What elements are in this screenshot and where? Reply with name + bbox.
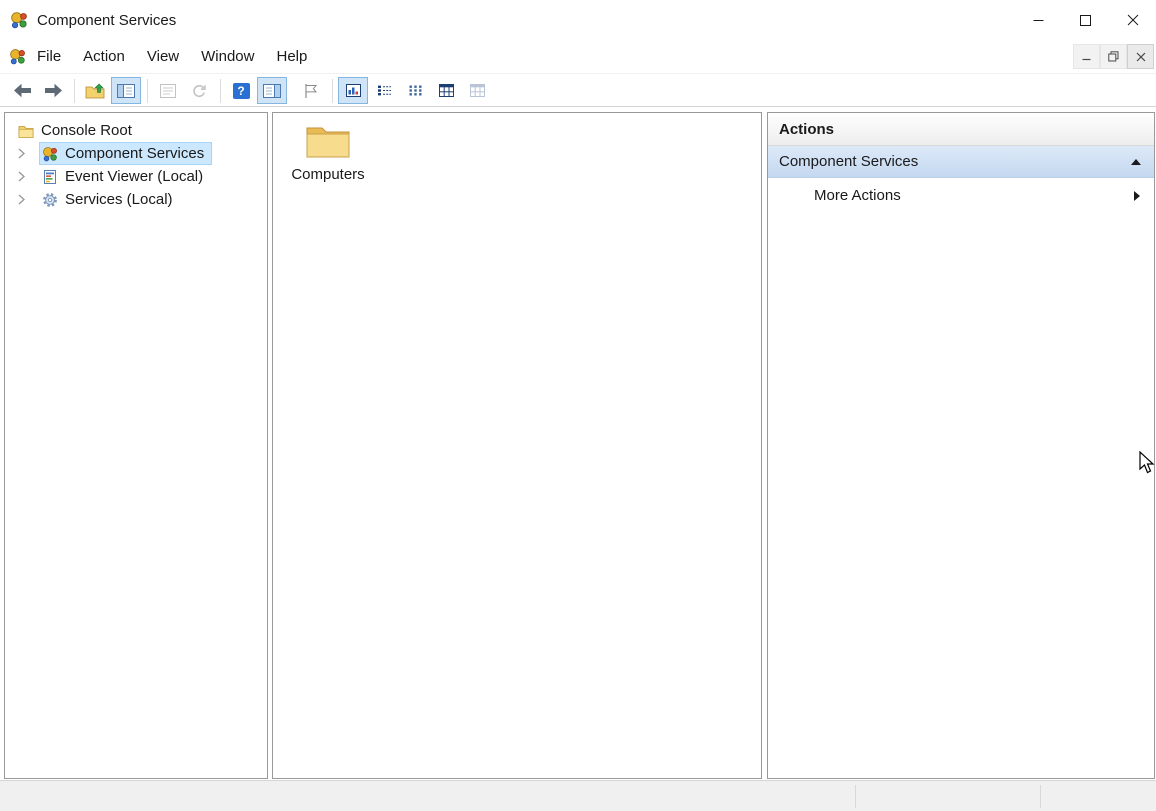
- close-button[interactable]: [1109, 0, 1156, 40]
- console-tree-pane: Console Root Component Services: [4, 112, 268, 779]
- tree-item-services[interactable]: Services (Local): [5, 188, 267, 211]
- tree-item-label: Component Services: [65, 145, 204, 162]
- icons-view-button[interactable]: [400, 77, 430, 104]
- show-hide-action-pane-button[interactable]: [257, 77, 287, 104]
- actions-pane: Actions Component Services More Actions: [767, 112, 1155, 779]
- services-gear-icon: [41, 192, 58, 208]
- event-viewer-icon: [41, 169, 58, 185]
- help-icon: ?: [233, 83, 250, 99]
- menu-file[interactable]: File: [26, 42, 72, 71]
- tree-item-console-root[interactable]: Console Root: [5, 119, 267, 142]
- chevron-right-icon[interactable]: [18, 194, 27, 205]
- component-services-app-icon: [10, 11, 28, 29]
- actions-pane-title: Actions: [768, 113, 1154, 146]
- folder-icon: [289, 123, 367, 159]
- actions-section-label: Component Services: [779, 153, 1131, 170]
- tree-item-component-services[interactable]: Component Services: [5, 142, 267, 165]
- mdi-minimize-button[interactable]: [1073, 44, 1100, 69]
- submenu-right-icon: [1134, 191, 1140, 201]
- tree-item-content: Event Viewer (Local): [40, 166, 210, 187]
- toolbar-separator: [220, 79, 221, 103]
- status-bar-divider: [1040, 785, 1041, 808]
- menu-help[interactable]: Help: [265, 42, 318, 71]
- tree-item-event-viewer[interactable]: Event Viewer (Local): [5, 165, 267, 188]
- list-view-button[interactable]: [369, 77, 399, 104]
- file-item-label: Computers: [289, 166, 367, 183]
- menu-action[interactable]: Action: [72, 42, 136, 71]
- chevron-right-icon[interactable]: [18, 171, 27, 182]
- menu-view[interactable]: View: [136, 42, 190, 71]
- toolbar-separator: [74, 79, 75, 103]
- up-one-level-button[interactable]: [80, 77, 110, 104]
- status-bar: [0, 780, 1156, 811]
- window-title: Component Services: [37, 12, 176, 29]
- chevron-right-icon[interactable]: [18, 148, 27, 159]
- show-hide-console-tree-button[interactable]: [111, 77, 141, 104]
- tree-item-label: Event Viewer (Local): [65, 168, 203, 185]
- new-taskpad-view-button[interactable]: [296, 77, 326, 104]
- mdi-close-button[interactable]: [1127, 44, 1154, 69]
- forward-button[interactable]: [38, 77, 68, 104]
- status-view-button[interactable]: [338, 77, 368, 104]
- folder-icon: [17, 124, 34, 138]
- back-button[interactable]: [7, 77, 37, 104]
- more-actions-item[interactable]: More Actions: [768, 178, 1154, 213]
- status-bar-divider: [855, 785, 856, 808]
- maximize-button[interactable]: [1062, 0, 1109, 40]
- window-controls: [1015, 0, 1156, 40]
- refresh-button: [184, 77, 214, 104]
- tree-item-label: Services (Local): [65, 191, 173, 208]
- toolbar-separator: [332, 79, 333, 103]
- more-actions-label: More Actions: [814, 187, 1134, 204]
- help-button[interactable]: ?: [226, 77, 256, 104]
- menu-bar: File Action View Window Help: [0, 40, 1156, 74]
- collapse-up-icon[interactable]: [1131, 159, 1141, 165]
- component-services-icon: [41, 146, 58, 162]
- mdi-restore-button[interactable]: [1100, 44, 1127, 69]
- details-pane: Computers: [272, 112, 762, 779]
- export-list-button: [153, 77, 183, 104]
- minimize-button[interactable]: [1015, 0, 1062, 40]
- menu-window[interactable]: Window: [190, 42, 265, 71]
- title-bar: Component Services: [0, 0, 1156, 40]
- tree-item-label: Console Root: [41, 122, 132, 139]
- actions-section-component-services[interactable]: Component Services: [768, 146, 1154, 178]
- computers-folder-item[interactable]: Computers: [289, 123, 367, 183]
- detail-view-button[interactable]: [431, 77, 461, 104]
- extended-view-button: [462, 77, 492, 104]
- console-window-icon: [9, 48, 26, 65]
- tree-item-content: Services (Local): [40, 189, 180, 210]
- mdi-window-controls: [1073, 44, 1154, 69]
- tree-selection-highlight: Component Services: [40, 143, 211, 164]
- toolbar: ?: [0, 75, 1156, 107]
- toolbar-separator: [147, 79, 148, 103]
